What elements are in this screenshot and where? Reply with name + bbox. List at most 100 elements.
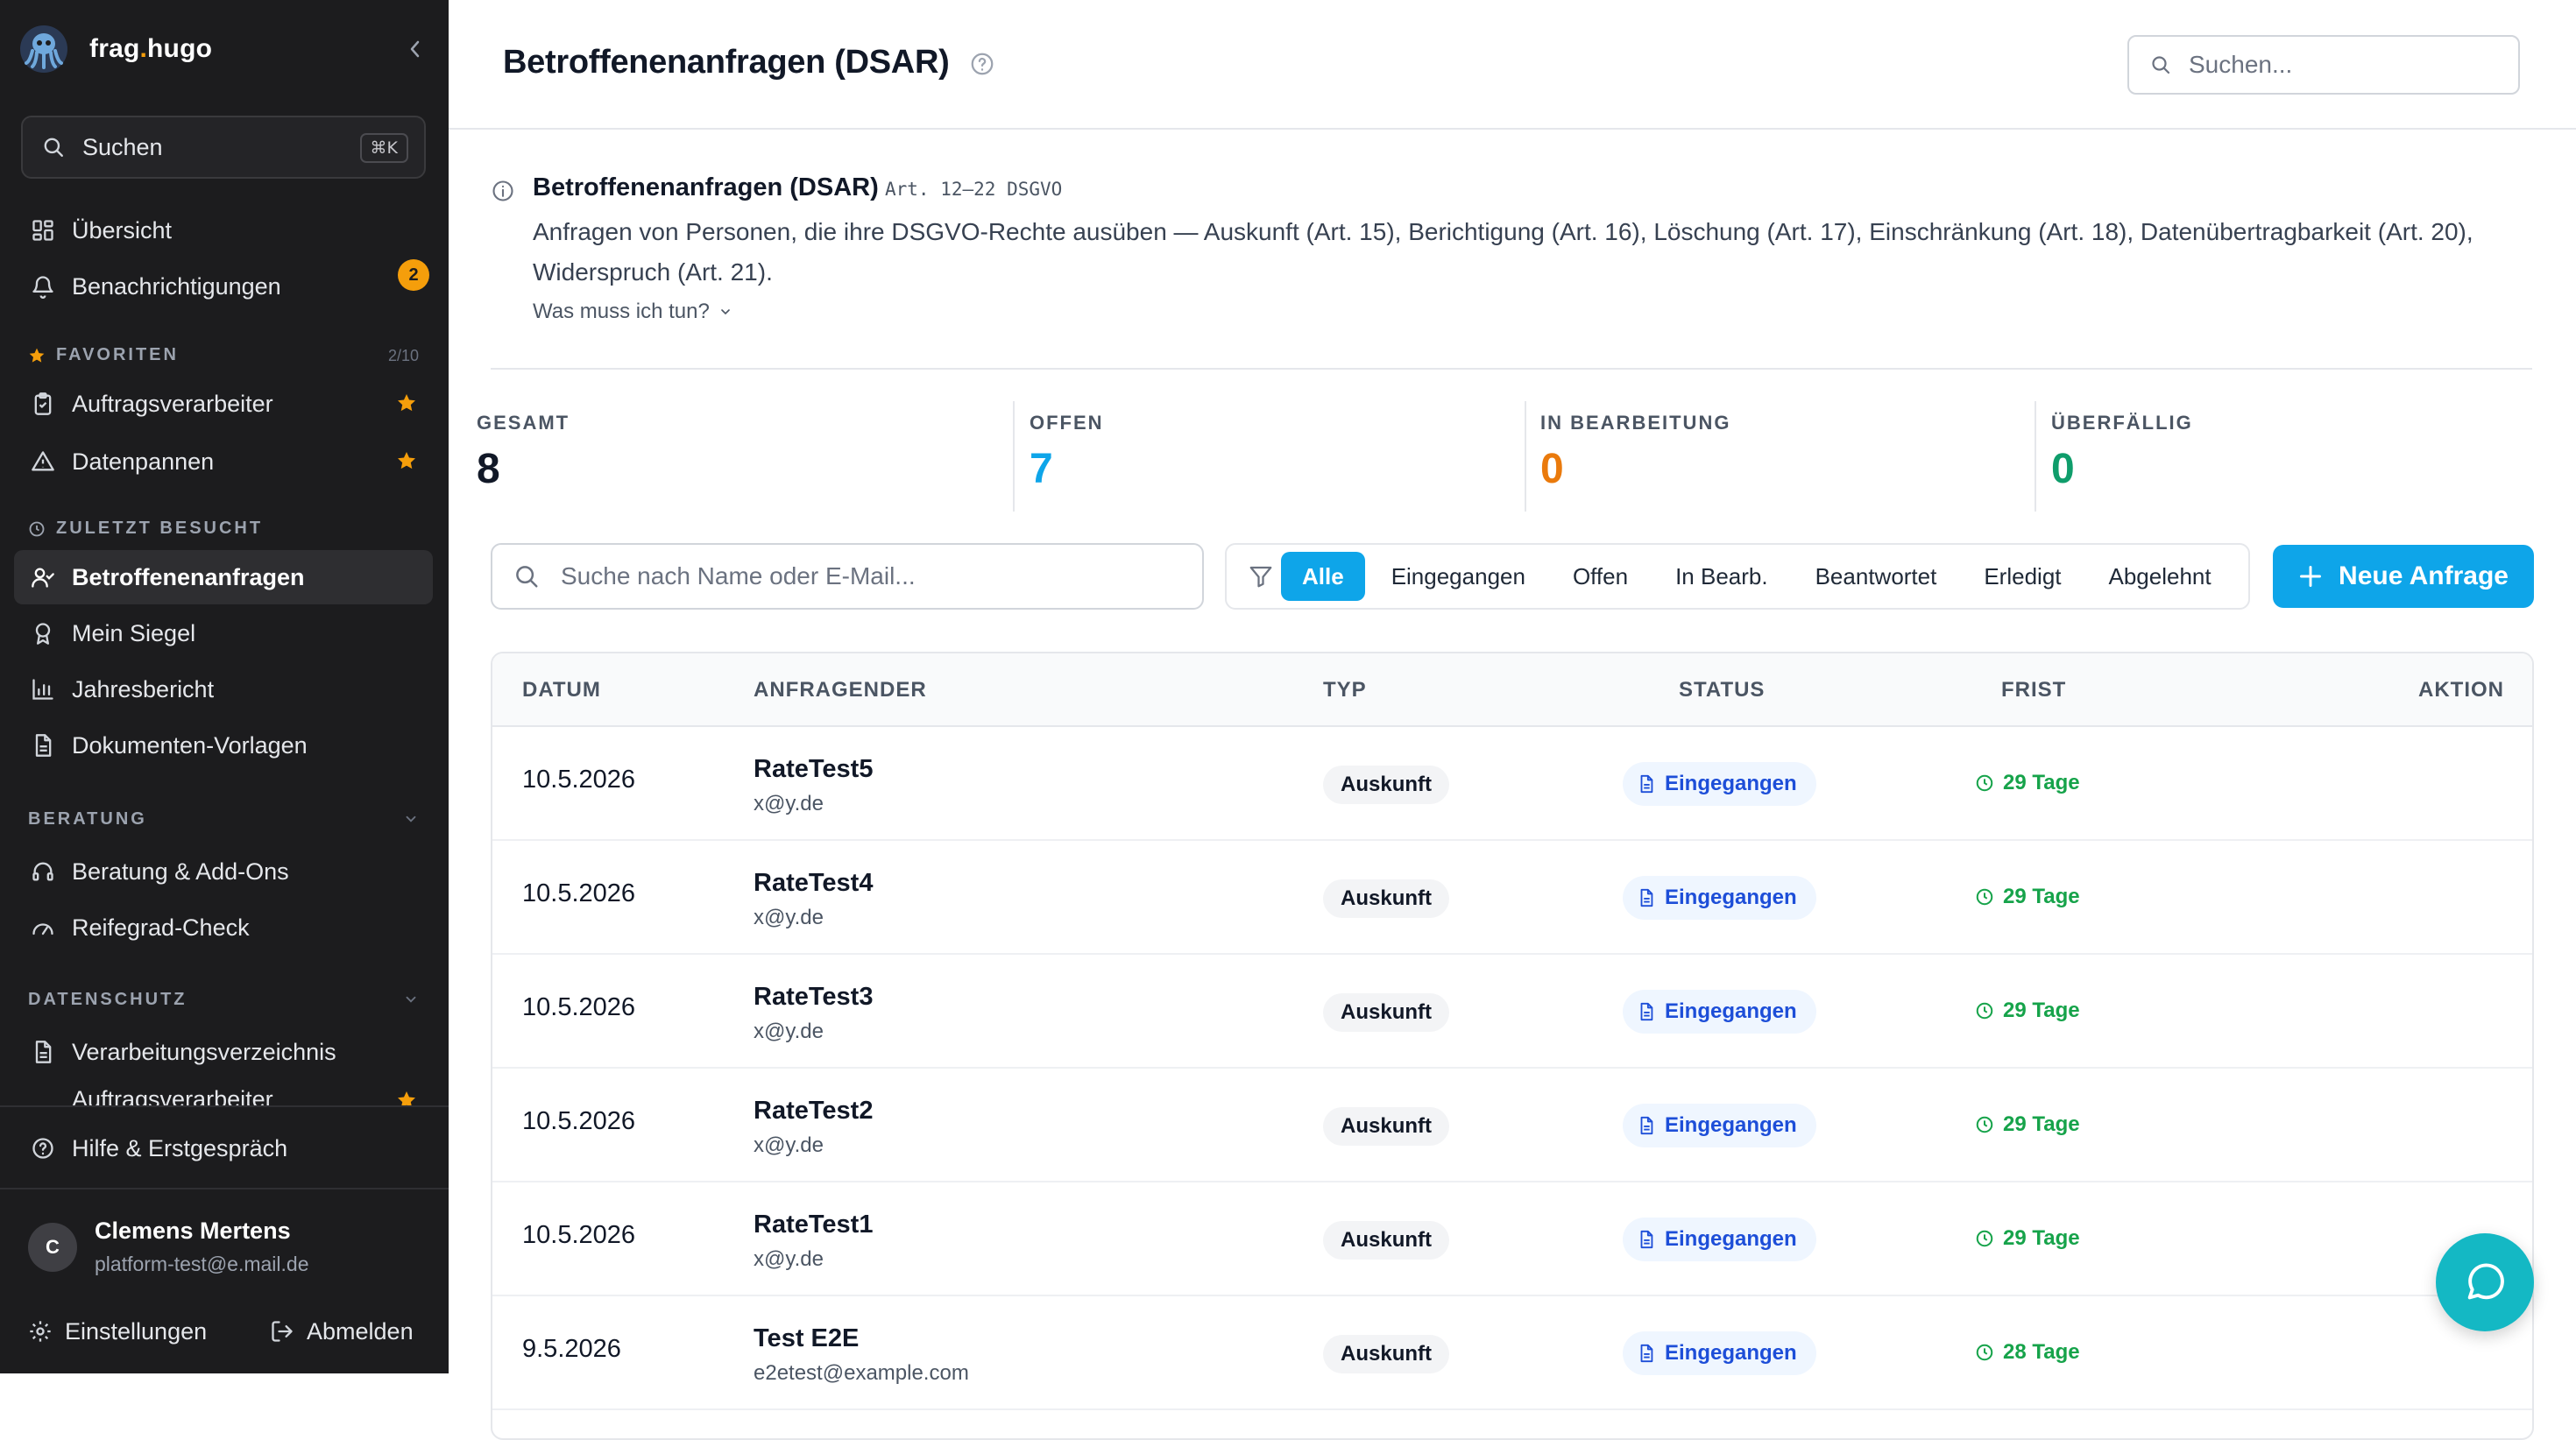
sidebar-item-overview[interactable]: Übersicht xyxy=(14,203,433,258)
new-request-button[interactable]: Neue Anfrage xyxy=(2273,545,2534,608)
info-title: Betroffenenanfragen (DSAR) xyxy=(533,173,879,201)
sidebar-item-auftragsverarbeiter-2[interactable]: Auftragsverarbeiter xyxy=(14,1083,433,1105)
headset-icon xyxy=(28,857,58,886)
favorite-star-icon[interactable] xyxy=(396,450,417,471)
bell-icon xyxy=(28,272,58,301)
help-circle-icon[interactable] xyxy=(969,51,995,77)
logout-icon xyxy=(270,1319,294,1344)
info-article: Art. 12–22 DSGVO xyxy=(885,179,1063,200)
file-text-icon xyxy=(1637,888,1656,907)
chat-button[interactable] xyxy=(2436,1233,2534,1331)
column-header-status[interactable]: STATUS xyxy=(1679,678,1765,702)
stat-divider xyxy=(1525,401,1526,512)
sidebar-item-dokumenten-vorlagen[interactable]: Dokumenten-Vorlagen xyxy=(14,718,433,773)
octopus-logo-icon xyxy=(19,25,68,74)
row-name: RateTest4 xyxy=(754,869,874,897)
stat-in-progress: IN BEARBEITUNG 0 xyxy=(1540,412,1731,492)
column-header-type[interactable]: TYP xyxy=(1323,678,1367,702)
warning-icon xyxy=(28,447,58,476)
sidebar-divider xyxy=(0,1188,449,1189)
info-icon xyxy=(491,179,515,203)
stat-total: GESAMT 8 xyxy=(477,412,570,492)
sidebar-item-datenpannen[interactable]: Datenpannen xyxy=(14,434,433,489)
recent-section-label: ZULETZT BESUCHT xyxy=(28,519,263,539)
sidebar-item-mein-siegel[interactable]: Mein Siegel xyxy=(14,606,433,660)
column-header-deadline[interactable]: FRIST xyxy=(2001,678,2066,702)
stat-value: 7 xyxy=(1030,446,1053,492)
table-row[interactable]: 10.5.2026 RateTest2 x@y.de Auskunft Eing… xyxy=(492,1069,2532,1182)
sidebar-item-label: Auftragsverarbeiter xyxy=(72,390,273,417)
file-text-icon xyxy=(1637,1230,1656,1249)
sidebar-item-label: Datenpannen xyxy=(72,448,215,475)
help-circle-icon xyxy=(28,1133,58,1163)
filter-chip-erledigt[interactable]: Erledigt xyxy=(1963,552,2082,601)
row-email: e2etest@example.com xyxy=(754,1361,969,1385)
what-to-do-toggle[interactable]: Was muss ich tun? xyxy=(533,300,732,324)
sidebar-item-label: Reifegrad-Check xyxy=(72,914,250,941)
sidebar-divider xyxy=(0,1105,449,1107)
stat-divider xyxy=(2035,401,2036,512)
table-header: DATUM ANFRAGENDER TYP STATUS FRIST AKTIO… xyxy=(492,653,2532,727)
favorite-star-icon[interactable] xyxy=(396,1090,417,1105)
filter-chip-offen[interactable]: Offen xyxy=(1552,552,1649,601)
favorite-star-icon[interactable] xyxy=(396,392,417,413)
sidebar-item-beratung-addons[interactable]: Beratung & Add-Ons xyxy=(14,844,433,899)
avatar[interactable]: C xyxy=(28,1223,77,1272)
logout-link[interactable]: Abmelden xyxy=(270,1310,414,1352)
row-date: 10.5.2026 xyxy=(522,766,636,794)
deadline: 29 Tage xyxy=(1975,1226,2080,1251)
user-email: platform-test@e.mail.de xyxy=(95,1253,309,1275)
sidebar-search-label: Suchen xyxy=(82,133,163,160)
sidebar-item-help[interactable]: Hilfe & Erstgespräch xyxy=(14,1121,433,1175)
clock-icon xyxy=(1975,773,1994,793)
table-row[interactable]: 10.5.2026 RateTest4 x@y.de Auskunft Eing… xyxy=(492,841,2532,955)
sidebar-item-reifegrad-check[interactable]: Reifegrad-Check xyxy=(14,900,433,955)
filter-chip-in-bearbeitung[interactable]: In Bearb. xyxy=(1654,552,1789,601)
stat-divider xyxy=(1013,401,1015,512)
sidebar-item-jahresbericht[interactable]: Jahresbericht xyxy=(14,662,433,716)
chevron-down-icon[interactable] xyxy=(403,811,419,827)
table-row[interactable]: 9.5.2026 Test E2E e2etest@example.com Au… xyxy=(492,1296,2532,1410)
sidebar-item-betroffenenanfragen[interactable]: Betroffenenanfragen xyxy=(14,550,433,604)
beratung-section-label[interactable]: BERATUNG xyxy=(28,809,147,829)
sidebar-item-verarbeitungsverzeichnis[interactable]: Verarbeitungsverzeichnis xyxy=(14,1025,433,1079)
sidebar-item-auftragsverarbeiter[interactable]: Auftragsverarbeiter xyxy=(14,377,433,431)
request-search-input[interactable] xyxy=(559,561,1202,591)
datenschutz-section-label[interactable]: DATENSCHUTZ xyxy=(28,990,188,1010)
filter-chip-eingegangen[interactable]: Eingegangen xyxy=(1370,552,1546,601)
column-header-date[interactable]: DATUM xyxy=(522,678,601,702)
column-header-requester[interactable]: ANFRAGENDER xyxy=(754,678,927,702)
sidebar-search[interactable]: Suchen ⌘K xyxy=(21,116,426,179)
filter-chip-beantwortet[interactable]: Beantwortet xyxy=(1794,552,1958,601)
table-row[interactable]: 10.5.2026 RateTest3 x@y.de Auskunft Eing… xyxy=(492,955,2532,1069)
filter-chip-abgelehnt[interactable]: Abgelehnt xyxy=(2088,552,2233,601)
filter-chip-alle[interactable]: Alle xyxy=(1281,552,1365,601)
clock-icon xyxy=(1975,887,1994,907)
status-badge: Eingegangen xyxy=(1623,990,1816,1034)
row-name: Test E2E xyxy=(754,1324,860,1352)
clock-icon xyxy=(1975,1229,1994,1248)
collapse-sidebar-button[interactable] xyxy=(401,32,428,67)
settings-link[interactable]: Einstellungen xyxy=(28,1310,207,1352)
row-date: 10.5.2026 xyxy=(522,1107,636,1135)
global-search[interactable] xyxy=(2127,35,2520,95)
brand[interactable]: frag.hugo xyxy=(19,21,212,77)
request-search[interactable] xyxy=(491,543,1204,610)
sidebar-item-label: Betroffenenanfragen xyxy=(72,563,305,590)
sidebar-item-notifications[interactable]: Benachrichtigungen 2 xyxy=(14,259,433,314)
row-email: x@y.de xyxy=(754,1247,824,1271)
status-badge: Eingegangen xyxy=(1623,1104,1816,1147)
chevron-down-icon[interactable] xyxy=(403,992,419,1007)
clipboard-check-icon xyxy=(28,389,58,419)
user-check-icon xyxy=(28,562,58,592)
stat-value: 0 xyxy=(1540,446,1564,492)
table-row[interactable]: 10.5.2026 RateTest1 x@y.de Auskunft Eing… xyxy=(492,1182,2532,1296)
table-row[interactable]: 10.5.2026 RateTest5 x@y.de Auskunft Eing… xyxy=(492,727,2532,841)
global-search-input[interactable] xyxy=(2187,50,2518,80)
document-icon xyxy=(28,731,58,760)
chat-bubble-icon xyxy=(2462,1260,2508,1305)
clock-icon xyxy=(28,520,46,538)
row-date: 9.5.2026 xyxy=(522,1335,621,1363)
stat-overdue: ÜBERFÄLLIG 0 xyxy=(2051,412,2193,492)
plus-icon xyxy=(2298,564,2323,589)
